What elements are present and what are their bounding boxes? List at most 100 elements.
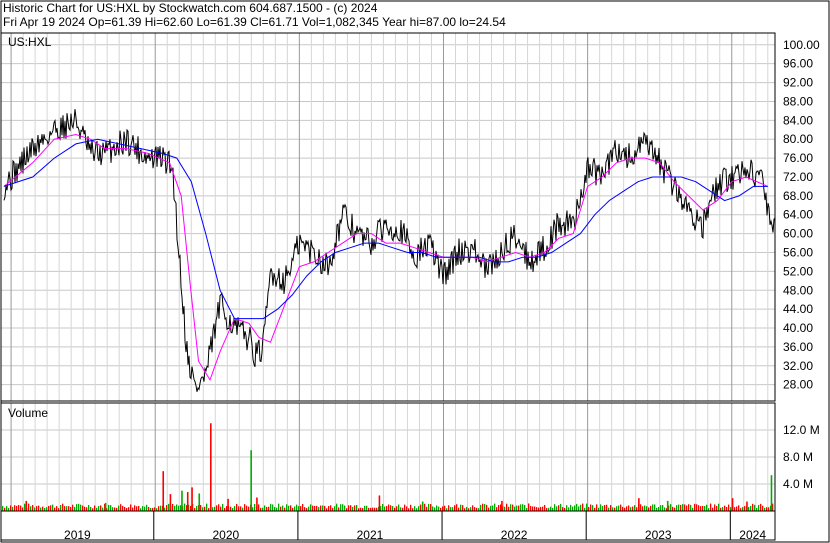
- volume-bar: [684, 504, 686, 511]
- volume-bar: [580, 504, 582, 511]
- volume-bar: [544, 504, 546, 511]
- volume-panel-title: Volume: [8, 406, 48, 420]
- volume-bar: [200, 505, 202, 511]
- volume-bar: [70, 507, 72, 511]
- volume-bar: [196, 506, 198, 511]
- volume-bar: [454, 505, 456, 511]
- volume-bar: [258, 504, 260, 511]
- x-tick-label: 2019: [64, 528, 91, 542]
- x-tick-label: 2024: [739, 528, 766, 542]
- volume-bar: [352, 506, 354, 511]
- volume-bar: [508, 506, 510, 511]
- volume-spike-bar: [162, 471, 165, 511]
- volume-bar: [64, 506, 66, 511]
- volume-bar: [538, 507, 540, 511]
- volume-spike-bar: [746, 501, 748, 511]
- volume-spike-bar: [731, 498, 734, 511]
- volume-bar: [506, 503, 508, 511]
- volume-bar: [288, 505, 290, 511]
- volume-bar: [82, 505, 84, 511]
- volume-bar: [604, 505, 606, 511]
- volume-bar: [84, 506, 86, 511]
- volume-bar: [54, 507, 56, 511]
- price-tick-label: 36.00: [783, 340, 813, 354]
- price-tick-label: 64.00: [783, 208, 813, 222]
- volume-bar: [450, 507, 452, 511]
- volume-bar: [342, 504, 344, 511]
- volume-bar: [674, 507, 676, 511]
- volume-bar: [528, 503, 530, 511]
- volume-bar: [80, 504, 82, 511]
- volume-bar: [132, 507, 134, 511]
- volume-bar: [218, 504, 220, 511]
- volume-bar: [24, 503, 26, 511]
- volume-bar: [280, 506, 282, 511]
- volume-bar: [452, 507, 454, 511]
- volume-bars: [2, 423, 774, 511]
- volume-bar: [644, 505, 646, 511]
- volume-bar: [398, 504, 400, 511]
- volume-bar: [590, 504, 592, 511]
- volume-bar: [718, 503, 720, 511]
- price-tick-label: 60.00: [783, 227, 813, 241]
- volume-bar: [388, 504, 390, 511]
- volume-bar: [270, 503, 272, 511]
- grid: [1, 33, 775, 511]
- volume-bar: [22, 507, 24, 511]
- volume-bar: [364, 505, 366, 511]
- price-tick-label: 100.00: [783, 38, 820, 52]
- volume-spike-bar: [250, 450, 252, 511]
- volume-bar: [176, 504, 178, 511]
- volume-bar: [108, 504, 110, 511]
- volume-bar: [510, 504, 512, 511]
- volume-spike-bar: [209, 423, 212, 511]
- volume-bar: [752, 503, 754, 511]
- price-tick-label: 56.00: [783, 245, 813, 259]
- volume-bar: [304, 507, 306, 511]
- x-tick-label: 2022: [501, 528, 528, 542]
- volume-bar: [16, 505, 18, 511]
- volume-bar: [492, 505, 494, 511]
- volume-bar: [214, 506, 216, 511]
- price-tick-label: 84.00: [783, 113, 813, 127]
- volume-bar: [462, 505, 464, 511]
- volume-bar: [436, 505, 438, 511]
- price-tick-label: 88.00: [783, 94, 813, 108]
- price-tick-label: 48.00: [783, 283, 813, 297]
- volume-bar: [334, 506, 336, 511]
- volume-bar: [32, 505, 34, 511]
- volume-bar: [148, 506, 150, 511]
- volume-bar: [636, 507, 638, 511]
- volume-bar: [578, 506, 580, 511]
- volume-bar: [76, 504, 78, 511]
- volume-bar: [166, 505, 168, 511]
- volume-bar: [748, 506, 750, 511]
- volume-bar: [600, 504, 602, 511]
- volume-bar: [424, 503, 426, 511]
- volume-bar: [174, 505, 176, 511]
- volume-bar: [240, 506, 242, 511]
- volume-bar: [530, 506, 532, 511]
- volume-bar: [282, 505, 284, 511]
- x-tick-label: 2021: [357, 528, 384, 542]
- volume-bar: [184, 503, 186, 511]
- volume-bar: [62, 503, 64, 511]
- volume-bar: [348, 505, 350, 511]
- volume-bar: [272, 504, 274, 511]
- volume-bar: [536, 507, 538, 511]
- volume-bar: [460, 504, 462, 511]
- volume-bar: [482, 503, 484, 511]
- price-tick-label: 32.00: [783, 359, 813, 373]
- volume-bar: [722, 506, 724, 511]
- volume-bar: [298, 506, 300, 511]
- volume-bar: [6, 506, 8, 511]
- volume-bar: [518, 505, 520, 511]
- volume-bar: [414, 506, 416, 511]
- volume-bar: [760, 503, 762, 511]
- volume-bar: [448, 505, 450, 511]
- volume-bar: [504, 506, 506, 511]
- volume-bar: [702, 505, 704, 511]
- volume-bar: [496, 507, 498, 511]
- volume-bar: [190, 505, 192, 511]
- volume-bar: [120, 504, 122, 511]
